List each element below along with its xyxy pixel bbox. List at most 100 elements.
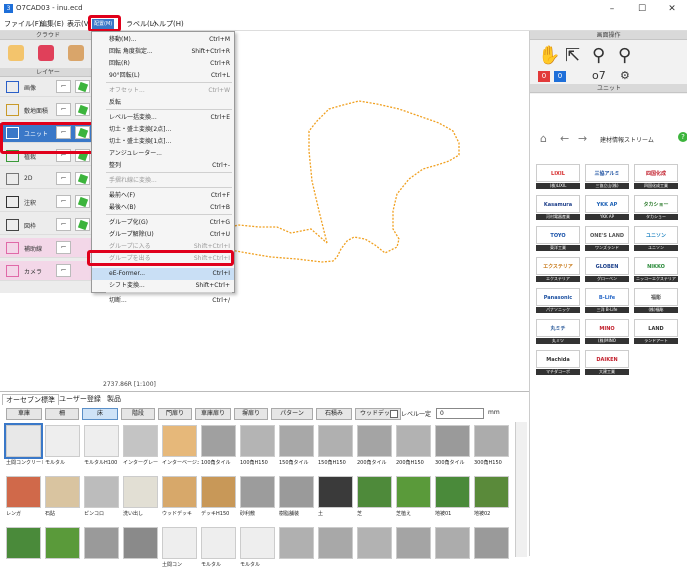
- minimize-button[interactable]: –: [597, 0, 627, 18]
- menu-edit[interactable]: 編集(E): [38, 19, 66, 30]
- menu-item-16[interactable]: グループ解除(U) Ctrl+U: [92, 229, 234, 241]
- menu-item-9[interactable]: 切土・盛土変換[1点]...: [92, 136, 234, 148]
- menu-help[interactable]: ヘルプ(H): [150, 19, 186, 30]
- counter-blue[interactable]: 0: [554, 71, 566, 82]
- layer-edit-icon[interactable]: ⌐: [56, 264, 71, 277]
- filter-chip-3[interactable]: 床: [82, 408, 118, 420]
- brand-logo-9[interactable]: ユニソン: [634, 226, 678, 244]
- forward-arrow-icon[interactable]: →: [578, 132, 587, 145]
- layer-edit-icon[interactable]: ⌐: [56, 172, 71, 185]
- material-tile-2-5[interactable]: [162, 476, 197, 508]
- layer-row-6[interactable]: 注釈 ⌐: [0, 192, 96, 212]
- menu-item-20[interactable]: シフト変換... Shift+Ctrl+: [92, 280, 234, 292]
- menu-item-6[interactable]: 反転: [92, 97, 234, 109]
- level-input[interactable]: 0: [436, 408, 484, 419]
- material-tile-1-9[interactable]: [318, 425, 353, 457]
- filter-chip-8[interactable]: パターン: [271, 408, 313, 420]
- filter-chip-7[interactable]: 塀扉り: [234, 408, 268, 420]
- material-tile-3-4[interactable]: [123, 527, 158, 559]
- material-tile-2-12[interactable]: [435, 476, 470, 508]
- layer-row-5[interactable]: 2D ⌐: [0, 169, 96, 189]
- menu-item-14[interactable]: 最後へ(B) Ctrl+B: [92, 202, 234, 214]
- material-tile-1-6[interactable]: [201, 425, 236, 457]
- material-tile-1-5[interactable]: [162, 425, 197, 457]
- material-tile-2-3[interactable]: [84, 476, 119, 508]
- menu-item-13[interactable]: 最前へ(F) Ctrl+F: [92, 190, 234, 202]
- brand-logo-10[interactable]: エクステリア: [536, 257, 580, 275]
- layer-row-9[interactable]: カメラ ⌐: [0, 261, 96, 281]
- layer-row-2[interactable]: 敷地面積 ⌐: [0, 100, 96, 120]
- material-scrollbar[interactable]: [515, 422, 527, 557]
- material-tile-1-12[interactable]: [435, 425, 470, 457]
- layer-visibility-icon[interactable]: [75, 172, 90, 185]
- filter-chip-2[interactable]: 柵: [45, 408, 79, 420]
- menu-item-5[interactable]: オフセット... Ctrl+W: [92, 85, 234, 97]
- settings-gear-icon[interactable]: ⚙: [620, 69, 630, 82]
- material-tile-3-7[interactable]: [240, 527, 275, 559]
- material-tile-2-11[interactable]: [396, 476, 431, 508]
- material-tile-1-11[interactable]: [396, 425, 431, 457]
- menu-item-12[interactable]: 手摺れ線に変換...: [92, 175, 234, 187]
- filter-chip-1[interactable]: 車庫: [6, 408, 42, 420]
- brand-logo-18[interactable]: LAND: [634, 319, 678, 337]
- material-tile-1-8[interactable]: [279, 425, 314, 457]
- tab-1[interactable]: オーセブン標準: [2, 394, 59, 405]
- zoom-out-icon[interactable]: ⚲: [618, 45, 631, 66]
- layer-edit-icon[interactable]: ⌐: [56, 218, 71, 231]
- material-tile-3-2[interactable]: [45, 527, 80, 559]
- maximize-button[interactable]: ☐: [627, 0, 657, 18]
- menu-item-3[interactable]: 回転(R) Ctrl+R: [92, 58, 234, 70]
- back-arrow-icon[interactable]: ←: [560, 132, 569, 145]
- material-tile-3-6[interactable]: [201, 527, 236, 559]
- material-tile-3-9[interactable]: [318, 527, 353, 559]
- menu-item-19[interactable]: eE-Former... Ctrl+I: [92, 268, 234, 280]
- brand-logo-14[interactable]: B-Life: [585, 288, 629, 306]
- material-tile-1-3[interactable]: [84, 425, 119, 457]
- brand-logo-20[interactable]: DAIKEN: [585, 350, 629, 368]
- material-tile-3-13[interactable]: [474, 527, 509, 559]
- menu-item-4[interactable]: 90°回転(L) Ctrl+L: [92, 70, 234, 82]
- measure-tool-icon[interactable]: o7: [592, 69, 606, 82]
- zoom-in-icon[interactable]: ⚲: [592, 45, 605, 66]
- layer-visibility-icon[interactable]: [75, 218, 90, 231]
- level-checkbox[interactable]: [390, 410, 398, 418]
- material-tile-1-4[interactable]: [123, 425, 158, 457]
- material-tile-2-7[interactable]: [240, 476, 275, 508]
- menu-item-8[interactable]: 切土・盛土変換[2点]...: [92, 124, 234, 136]
- menu-item-10[interactable]: アンジュレーター...: [92, 148, 234, 160]
- menu-item-21[interactable]: 切断... Ctrl+/: [92, 295, 234, 307]
- brand-logo-11[interactable]: GLOBEN: [585, 257, 629, 275]
- brand-logo-8[interactable]: ONE'S LAND: [585, 226, 629, 244]
- counter-red[interactable]: 0: [538, 71, 550, 82]
- material-tile-2-6[interactable]: [201, 476, 236, 508]
- material-tile-1-2[interactable]: [45, 425, 80, 457]
- layer-visibility-icon[interactable]: [75, 103, 90, 116]
- material-tile-1-13[interactable]: [474, 425, 509, 457]
- brand-logo-6[interactable]: タカショー: [634, 195, 678, 213]
- close-button[interactable]: ✕: [657, 0, 687, 18]
- menu-item-7[interactable]: レベル一括変換... Ctrl+E: [92, 112, 234, 124]
- filter-chip-4[interactable]: 階段: [121, 408, 155, 420]
- material-tile-2-10[interactable]: [357, 476, 392, 508]
- brand-logo-19[interactable]: Machida: [536, 350, 580, 368]
- cloud-house-icon[interactable]: [68, 45, 84, 61]
- tab-2[interactable]: ユーザー登録: [56, 394, 104, 405]
- brand-logo-3[interactable]: 四国化成: [634, 164, 678, 182]
- filter-chip-6[interactable]: 車庫扉り: [195, 408, 231, 420]
- layer-visibility-icon[interactable]: [75, 80, 90, 93]
- brand-logo-7[interactable]: TOYO: [536, 226, 580, 244]
- material-tile-2-13[interactable]: [474, 476, 509, 508]
- material-tile-3-11[interactable]: [396, 527, 431, 559]
- select-arrow-icon[interactable]: ⇱: [565, 45, 580, 66]
- material-tile-2-8[interactable]: [279, 476, 314, 508]
- material-tile-2-1[interactable]: [6, 476, 41, 508]
- brand-logo-13[interactable]: Panasonic: [536, 288, 580, 306]
- brand-logo-2[interactable]: 三協アルミ: [585, 164, 629, 182]
- menu-item-1[interactable]: 移動(M)... Ctrl+M: [92, 34, 234, 46]
- layer-edit-icon[interactable]: ⌐: [56, 241, 71, 254]
- material-tile-1-7[interactable]: [240, 425, 275, 457]
- menu-item-15[interactable]: グループ化(G) Ctrl+G: [92, 217, 234, 229]
- material-tile-1-1[interactable]: [4, 423, 43, 459]
- brand-logo-17[interactable]: MINO: [585, 319, 629, 337]
- brand-logo-12[interactable]: NIKKO: [634, 257, 678, 275]
